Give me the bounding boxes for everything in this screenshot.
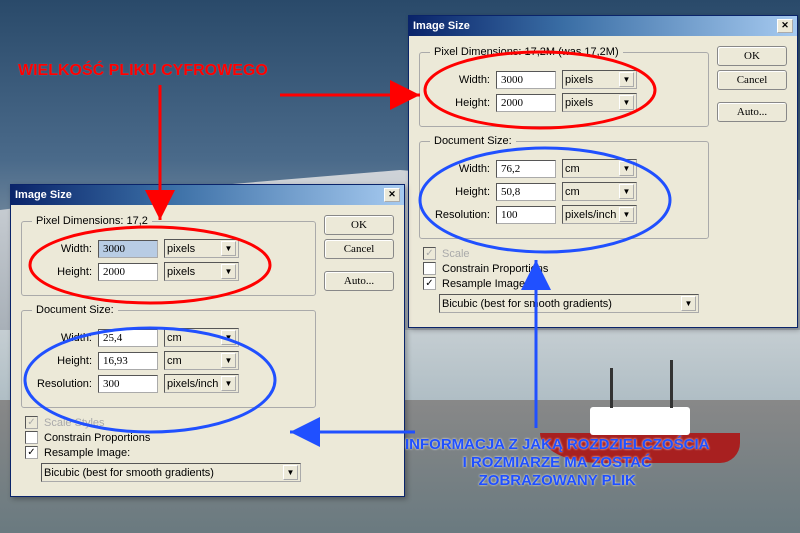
resample-method-select[interactable]: Bicubic (best for smooth gradients)▼ <box>439 294 699 313</box>
resolution-unit-select[interactable]: pixels/inch▼ <box>562 205 637 224</box>
pixel-dimensions-label: Pixel Dimensions: 17,2M (was 17,2M) <box>430 46 623 58</box>
height-label: Height: <box>430 97 490 109</box>
width-unit-select[interactable]: pixels▼ <box>164 239 239 258</box>
width-input[interactable] <box>98 240 158 258</box>
resample-checkbox[interactable]: ✓ <box>25 446 38 459</box>
chevron-down-icon: ▼ <box>221 376 236 391</box>
resolution-label: Resolution: <box>430 209 490 221</box>
pixel-dimensions-group: Pixel Dimensions: 17,2M (was 17,2M) Widt… <box>419 46 709 127</box>
doc-height-label: Height: <box>32 355 92 367</box>
chevron-down-icon: ▼ <box>619 72 634 87</box>
document-size-group: Document Size: Width: cm▼ Height: cm▼ Re… <box>419 135 709 239</box>
constrain-label: Constrain Proportions <box>442 263 548 275</box>
doc-height-unit-select[interactable]: cm▼ <box>164 351 239 370</box>
document-size-group: Document Size: Width: cm▼ Height: cm▼ Re… <box>21 304 316 408</box>
scale-styles-checkbox: ✓ <box>25 416 38 429</box>
height-input[interactable] <box>496 94 556 112</box>
chevron-down-icon: ▼ <box>221 353 236 368</box>
chevron-down-icon: ▼ <box>283 465 298 480</box>
auto-button[interactable]: Auto... <box>717 102 787 122</box>
constrain-checkbox[interactable] <box>423 262 436 275</box>
scale-styles-label: Scale Styles <box>44 417 105 429</box>
resolution-input[interactable] <box>98 375 158 393</box>
chevron-down-icon: ▼ <box>619 207 634 222</box>
resolution-unit-select[interactable]: pixels/inch▼ <box>164 374 239 393</box>
resolution-label: Resolution: <box>32 378 92 390</box>
image-size-dialog-2: Image Size ✕ Pixel Dimensions: 17,2M (wa… <box>408 15 798 328</box>
cancel-button[interactable]: Cancel <box>717 70 787 90</box>
scale-styles-label: Scale <box>442 248 470 260</box>
width-label: Width: <box>430 74 490 86</box>
cancel-button[interactable]: Cancel <box>324 239 394 259</box>
chevron-down-icon: ▼ <box>619 184 634 199</box>
window-title: Image Size <box>15 189 72 201</box>
resample-checkbox[interactable]: ✓ <box>423 277 436 290</box>
annotation-red: WIELKOŚĆ PLIKU CYFROWEGO <box>18 62 268 80</box>
ok-button[interactable]: OK <box>717 46 787 66</box>
chevron-down-icon: ▼ <box>619 161 634 176</box>
width-label: Width: <box>32 243 92 255</box>
height-label: Height: <box>32 266 92 278</box>
doc-height-unit-select[interactable]: cm▼ <box>562 182 637 201</box>
scale-styles-checkbox: ✓ <box>423 247 436 260</box>
height-unit-select[interactable]: pixels▼ <box>164 262 239 281</box>
auto-button[interactable]: Auto... <box>324 271 394 291</box>
titlebar[interactable]: Image Size ✕ <box>409 16 797 36</box>
doc-width-input[interactable] <box>98 329 158 347</box>
titlebar[interactable]: Image Size ✕ <box>11 185 404 205</box>
resample-label: Resample Image: <box>44 447 130 459</box>
chevron-down-icon: ▼ <box>681 296 696 311</box>
window-title: Image Size <box>413 20 470 32</box>
height-unit-select[interactable]: pixels▼ <box>562 93 637 112</box>
resample-method-select[interactable]: Bicubic (best for smooth gradients)▼ <box>41 463 301 482</box>
chevron-down-icon: ▼ <box>221 264 236 279</box>
height-input[interactable] <box>98 263 158 281</box>
doc-width-label: Width: <box>32 332 92 344</box>
resolution-input[interactable] <box>496 206 556 224</box>
doc-width-label: Width: <box>430 163 490 175</box>
chevron-down-icon: ▼ <box>221 241 236 256</box>
chevron-down-icon: ▼ <box>619 95 634 110</box>
pixel-dimensions-group: Pixel Dimensions: 17,2 Width: pixels▼ He… <box>21 215 316 296</box>
chevron-down-icon: ▼ <box>221 330 236 345</box>
doc-height-input[interactable] <box>496 183 556 201</box>
pixel-dimensions-label: Pixel Dimensions: 17,2 <box>32 215 152 227</box>
document-size-label: Document Size: <box>430 135 516 147</box>
annotation-blue: INFORMACJA Z JAKĄ ROZDZIELCZOŚCIA I ROZM… <box>405 436 709 490</box>
doc-width-unit-select[interactable]: cm▼ <box>562 159 637 178</box>
constrain-label: Constrain Proportions <box>44 432 150 444</box>
doc-height-input[interactable] <box>98 352 158 370</box>
close-icon[interactable]: ✕ <box>777 19 793 33</box>
document-size-label: Document Size: <box>32 304 118 316</box>
doc-height-label: Height: <box>430 186 490 198</box>
close-icon[interactable]: ✕ <box>384 188 400 202</box>
image-size-dialog-1: Image Size ✕ Pixel Dimensions: 17,2 Widt… <box>10 184 405 497</box>
resample-label: Resample Image: <box>442 278 528 290</box>
doc-width-unit-select[interactable]: cm▼ <box>164 328 239 347</box>
width-unit-select[interactable]: pixels▼ <box>562 70 637 89</box>
width-input[interactable] <box>496 71 556 89</box>
constrain-checkbox[interactable] <box>25 431 38 444</box>
ok-button[interactable]: OK <box>324 215 394 235</box>
doc-width-input[interactable] <box>496 160 556 178</box>
